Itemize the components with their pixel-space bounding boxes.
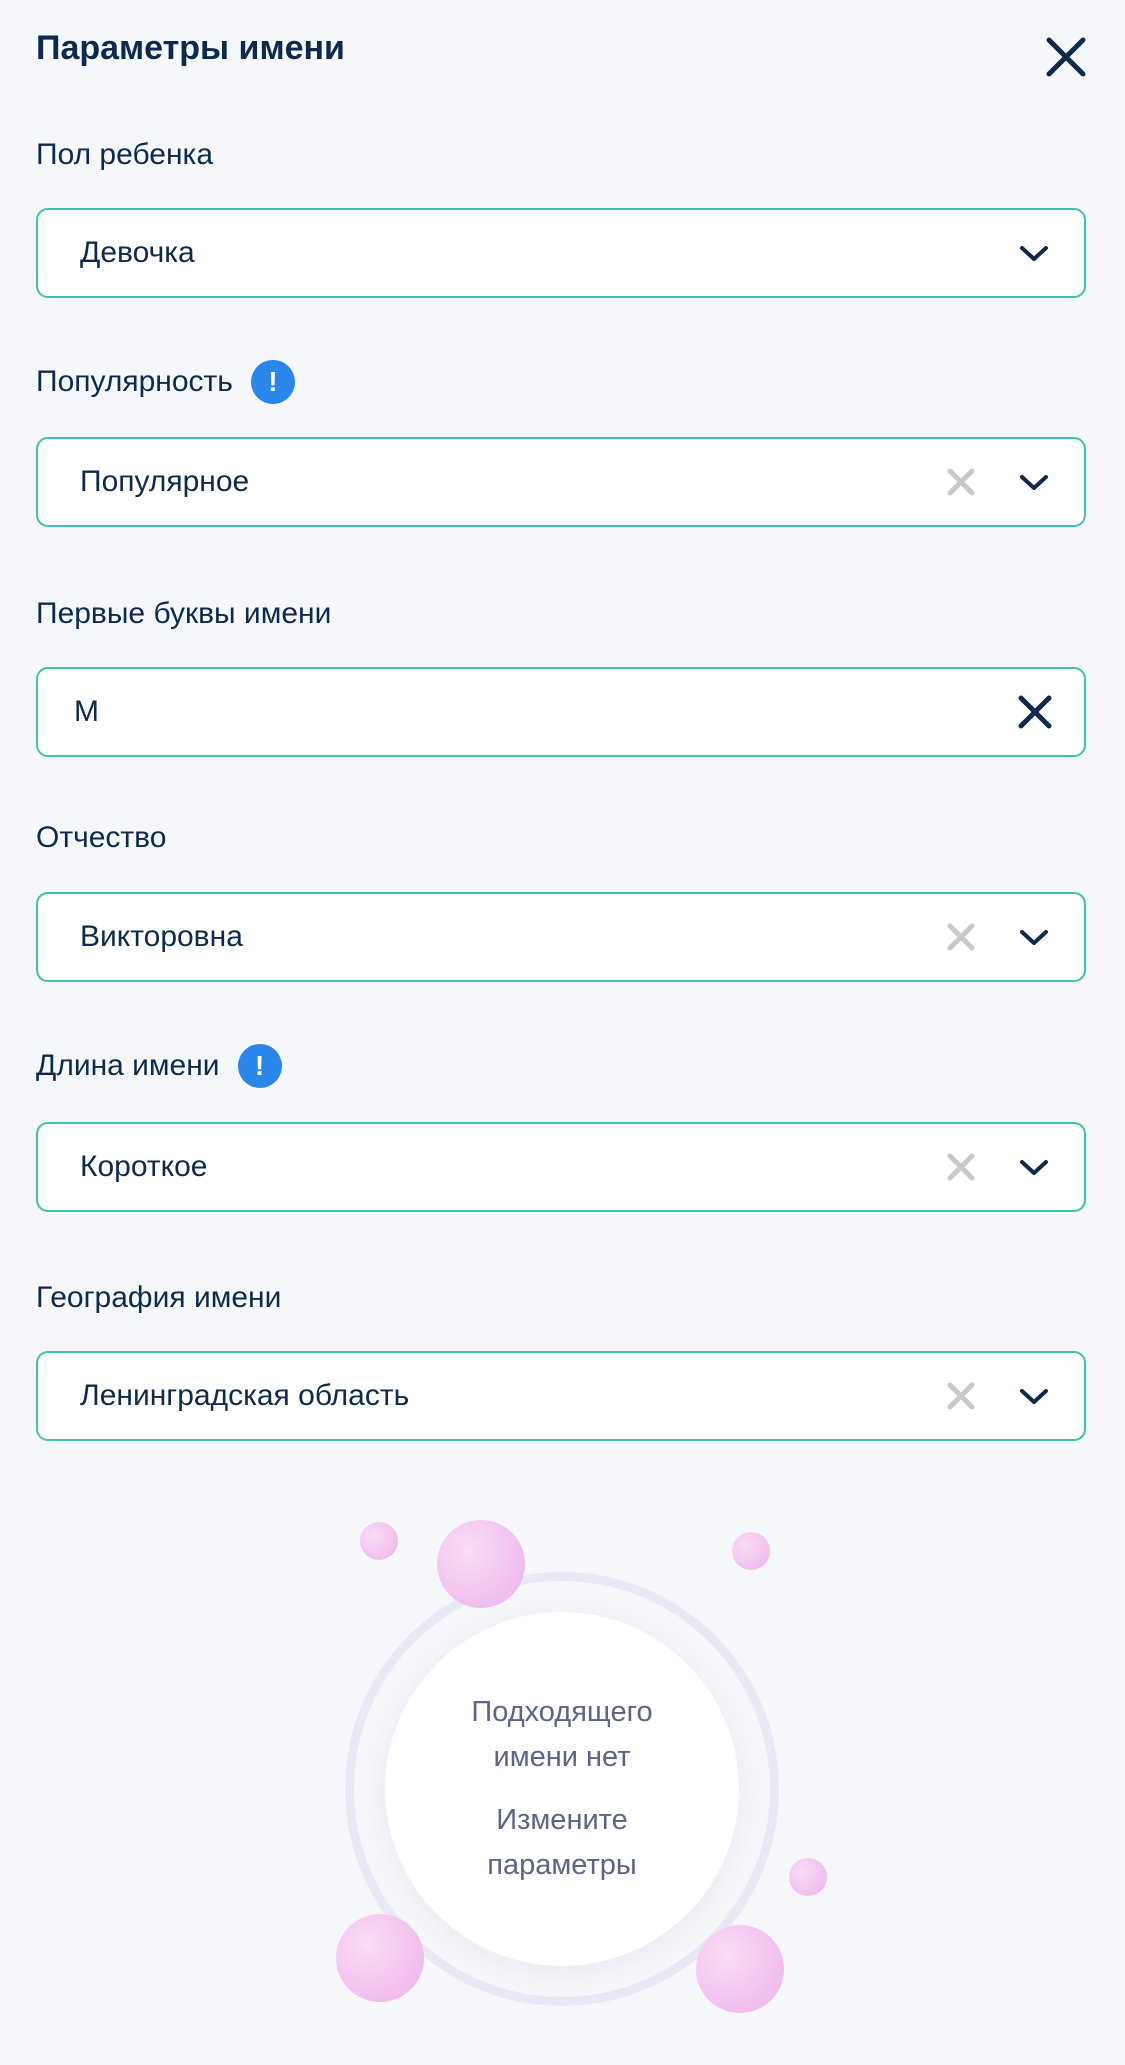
info-icon[interactable]: ! <box>250 360 295 404</box>
clear-icon[interactable] <box>946 467 976 497</box>
empty-state-circle <box>385 1612 739 1966</box>
popularity-select[interactable]: Популярное <box>36 437 1086 527</box>
info-icon[interactable]: ! <box>237 1044 282 1088</box>
gender-label: Пол ребенка <box>36 135 213 175</box>
patronymic-label: Отчество <box>36 818 166 858</box>
patronymic-value: Викторовна <box>80 920 243 953</box>
clear-icon[interactable] <box>1016 693 1054 731</box>
length-label: Длина имени ! <box>36 1044 282 1088</box>
patronymic-select[interactable]: Викторовна <box>36 892 1086 982</box>
first-letters-label-text: Первые буквы имени <box>36 597 332 630</box>
bubble-decoration <box>360 1522 398 1560</box>
empty-state-title-line1: Подходящего <box>471 1696 653 1728</box>
header: Параметры имени <box>36 26 1089 86</box>
clear-icon[interactable] <box>946 922 976 952</box>
length-value: Короткое <box>80 1150 208 1183</box>
empty-state-hint-line2: параметры <box>487 1849 637 1881</box>
chevron-down-icon[interactable] <box>1018 922 1050 954</box>
chevron-down-icon[interactable] <box>1018 467 1050 499</box>
popularity-label-text: Популярность <box>36 365 233 398</box>
chevron-down-icon[interactable] <box>1018 1152 1050 1184</box>
empty-state-title-line2: имени нет <box>493 1741 631 1773</box>
patronymic-label-text: Отчество <box>36 821 167 854</box>
geography-label-text: География имени <box>36 1281 282 1314</box>
first-letters-input[interactable]: М <box>36 667 1086 757</box>
length-select[interactable]: Короткое <box>36 1122 1086 1212</box>
bubble-decoration <box>437 1520 525 1608</box>
bubble-decoration <box>789 1858 827 1896</box>
popularity-label: Популярность ! <box>36 360 295 404</box>
chevron-down-icon[interactable] <box>1018 238 1050 270</box>
bubble-decoration <box>696 1925 784 2013</box>
clear-icon[interactable] <box>946 1152 976 1182</box>
gender-value: Девочка <box>80 236 195 269</box>
gender-label-text: Пол ребенка <box>36 138 214 171</box>
gender-select[interactable]: Девочка <box>36 208 1086 298</box>
geography-label: География имени <box>36 1278 281 1318</box>
length-label-text: Длина имени <box>36 1049 220 1082</box>
geography-select[interactable]: Ленинградская область <box>36 1351 1086 1441</box>
first-letters-label: Первые буквы имени <box>36 594 331 634</box>
close-icon[interactable] <box>1043 34 1089 80</box>
bubble-decoration <box>336 1914 424 2002</box>
popularity-value: Популярное <box>80 465 250 498</box>
empty-state-hint-line1: Измените <box>496 1804 628 1836</box>
clear-icon[interactable] <box>946 1381 976 1411</box>
first-letters-value[interactable]: М <box>74 669 99 755</box>
bubble-decoration <box>732 1532 770 1570</box>
chevron-down-icon[interactable] <box>1018 1381 1050 1413</box>
page-title: Параметры имени <box>36 29 345 67</box>
geography-value: Ленинградская область <box>80 1379 410 1412</box>
